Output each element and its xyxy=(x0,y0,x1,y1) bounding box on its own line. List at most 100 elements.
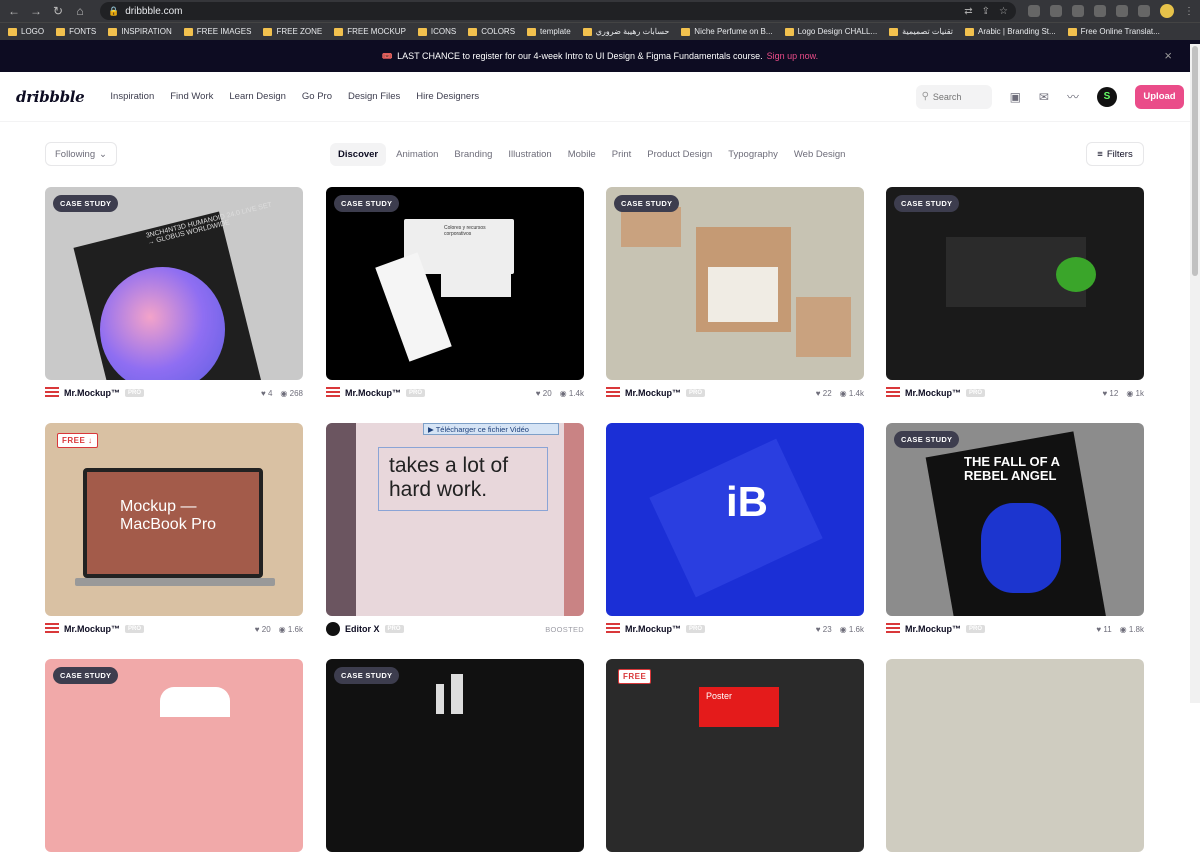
shot-card[interactable]: Poster FREE xyxy=(606,659,864,852)
puzzle-icon[interactable] xyxy=(1094,5,1106,17)
shot-author[interactable]: Mr.Mockup™ PRO xyxy=(886,623,986,635)
category-tab-web-design[interactable]: Web Design xyxy=(788,143,852,166)
shot-card[interactable]: THE FALL OF A REBEL ANGEL CASE STUDY Mr.Mo… xyxy=(886,423,1144,642)
shot-card[interactable]: Mockup — MacBook Pro FREE ↓ Mr.Mockup™ PRO ♥… xyxy=(45,423,303,642)
video-download-tooltip[interactable]: ▶ Télécharger ce fichier Vidéo xyxy=(423,423,559,435)
bookmark-item[interactable]: ICONS xyxy=(417,27,456,36)
nav-link-go-pro[interactable]: Go Pro xyxy=(302,91,332,102)
sidepanel-icon[interactable] xyxy=(1138,5,1150,17)
shot-author[interactable]: Editor X PRO xyxy=(326,622,404,636)
category-tab-typography[interactable]: Typography xyxy=(722,143,784,166)
shot-thumbnail[interactable]: Mockup — MacBook Pro FREE ↓ xyxy=(45,423,303,616)
shot-author[interactable]: Mr.Mockup™ PRO xyxy=(45,387,145,399)
bookmark-item[interactable]: FREE ZONE xyxy=(263,27,322,36)
profile-avatar[interactable] xyxy=(1160,4,1174,18)
extension-icon[interactable] xyxy=(1050,5,1062,17)
category-tab-branding[interactable]: Branding xyxy=(448,143,498,166)
filters-button[interactable]: ≡ Filters xyxy=(1086,142,1144,166)
share-icon[interactable]: ⇪ xyxy=(982,6,990,17)
shot-card[interactable]: CASE STUDY Mr.Mockup™ PRO ♥ 12 ◉ 1k xyxy=(886,187,1144,406)
bookmark-item[interactable]: COLORS xyxy=(468,27,515,36)
profile-avatar[interactable]: S xyxy=(1097,86,1117,107)
signup-link[interactable]: Sign up now. xyxy=(767,51,819,61)
bookmark-item[interactable]: template xyxy=(527,27,571,36)
shot-author[interactable]: Mr.Mockup™ PRO xyxy=(606,387,706,399)
upload-button[interactable]: Upload xyxy=(1135,84,1184,109)
nav-link-find-work[interactable]: Find Work xyxy=(170,91,213,102)
scrollbar[interactable] xyxy=(1190,44,1200,703)
scrollbar-thumb[interactable] xyxy=(1192,46,1198,276)
bookmark-item[interactable]: FREE MOCKUP xyxy=(334,27,406,36)
bookmark-item[interactable]: INSPIRATION xyxy=(108,27,172,36)
shot-card[interactable]: takes a lot of hard work. ▶ Télécharger c… xyxy=(326,423,584,642)
shot-card[interactable]: CASE STUDY xyxy=(326,659,584,852)
category-tab-mobile[interactable]: Mobile xyxy=(562,143,602,166)
reload-icon[interactable]: ↻ xyxy=(50,3,66,19)
search-box[interactable]: ⚲ xyxy=(915,84,992,109)
bookmark-item[interactable]: تقنيات تصميمية xyxy=(889,27,953,36)
shot-thumbnail[interactable]: 3NCH4NT3D HUMANOID 24.0 LIVE SET → GLOBU… xyxy=(45,187,303,380)
author-name[interactable]: Editor X xyxy=(345,624,380,634)
bookmark-item[interactable]: حسابات رهيبة ضروري xyxy=(582,27,669,36)
shot-thumbnail[interactable]: CASE STUDY xyxy=(326,659,584,852)
author-name[interactable]: Mr.Mockup™ xyxy=(64,624,120,634)
following-dropdown[interactable]: Following ⌄ xyxy=(45,142,117,166)
likes[interactable]: ♥ 20 xyxy=(255,625,271,634)
author-name[interactable]: Mr.Mockup™ xyxy=(345,388,401,398)
mail-icon[interactable]: ✉ xyxy=(1039,90,1049,104)
category-tab-product-design[interactable]: Product Design xyxy=(641,143,718,166)
star-icon[interactable]: ☆ xyxy=(999,6,1008,17)
category-tab-discover[interactable]: Discover xyxy=(330,142,387,166)
bookmark-item[interactable]: Free Online Translat... xyxy=(1067,27,1160,36)
author-name[interactable]: Mr.Mockup™ xyxy=(625,624,681,634)
extension-icon[interactable] xyxy=(1028,5,1040,17)
shot-thumbnail[interactable]: THE FALL OF A REBEL ANGEL CASE STUDY xyxy=(886,423,1144,616)
shot-card[interactable]: iB Mr.Mockup™ PRO ♥ 23 ◉ 1.6k xyxy=(606,423,864,642)
shot-thumbnail[interactable]: Poster FREE xyxy=(606,659,864,852)
bookmark-item[interactable]: Arabic | Branding St... xyxy=(965,27,1056,36)
shot-author[interactable]: Mr.Mockup™ PRO xyxy=(886,387,986,399)
category-tab-animation[interactable]: Animation xyxy=(390,143,444,166)
bookmark-item[interactable]: Logo Design CHALL... xyxy=(784,27,877,36)
extension-icon[interactable] xyxy=(1072,5,1084,17)
shot-thumbnail[interactable]: CASE STUDY xyxy=(45,659,303,852)
nav-link-hire-designers[interactable]: Hire Designers xyxy=(416,91,479,102)
author-name[interactable]: Mr.Mockup™ xyxy=(905,388,961,398)
shot-thumbnail[interactable]: Colores y recursos corporativos CASE STUD… xyxy=(326,187,584,380)
address-bar[interactable]: 🔒 dribbble.com ⇄ ⇪ ☆ xyxy=(100,2,1016,20)
nav-link-inspiration[interactable]: Inspiration xyxy=(110,91,154,102)
shot-card[interactable]: CASE STUDY xyxy=(45,659,303,852)
likes[interactable]: ♥ 11 xyxy=(1096,625,1111,634)
bookmark-item[interactable]: FREE IMAGES xyxy=(183,27,251,36)
author-name[interactable]: Mr.Mockup™ xyxy=(905,624,961,634)
likes[interactable]: ♥ 23 xyxy=(816,625,832,634)
dribbble-logo[interactable]: dribbble xyxy=(16,88,85,106)
shot-author[interactable]: Mr.Mockup™ PRO xyxy=(326,387,426,399)
shot-card[interactable]: Colores y recursos corporativos CASE STUD… xyxy=(326,187,584,406)
shot-card[interactable]: 3NCH4NT3D HUMANOID 24.0 LIVE SET → GLOBU… xyxy=(45,187,303,406)
bookmark-item[interactable]: Niche Perfume on B... xyxy=(681,27,773,36)
nav-link-learn-design[interactable]: Learn Design xyxy=(229,91,286,102)
shot-thumbnail[interactable]: takes a lot of hard work. ▶ Télécharger c… xyxy=(326,423,584,616)
bag-icon[interactable]: ▣ xyxy=(1010,90,1021,104)
bookmark-item[interactable]: LOGO xyxy=(8,27,44,36)
category-tab-print[interactable]: Print xyxy=(606,143,638,166)
shot-author[interactable]: Mr.Mockup™ PRO xyxy=(606,623,706,635)
forward-icon[interactable]: → xyxy=(28,3,44,19)
category-tab-illustration[interactable]: Illustration xyxy=(502,143,557,166)
author-name[interactable]: Mr.Mockup™ xyxy=(64,388,120,398)
shot-thumbnail[interactable]: CASE STUDY xyxy=(606,187,864,380)
shot-card[interactable]: CASE STUDY Mr.Mockup™ PRO ♥ 22 ◉ 1.4k xyxy=(606,187,864,406)
search-input[interactable] xyxy=(932,91,983,102)
back-icon[interactable]: ← xyxy=(6,3,22,19)
shot-author[interactable]: Mr.Mockup™ PRO xyxy=(45,623,145,635)
shot-thumbnail[interactable]: CASE STUDY xyxy=(886,187,1144,380)
home-icon[interactable]: ⌂ xyxy=(72,3,88,19)
nav-link-design-files[interactable]: Design Files xyxy=(348,91,400,102)
likes[interactable]: ♥ 4 xyxy=(261,389,272,398)
likes[interactable]: ♥ 20 xyxy=(536,389,552,398)
likes[interactable]: ♥ 22 xyxy=(816,389,832,398)
shot-thumbnail[interactable]: iB xyxy=(606,423,864,616)
shot-card[interactable] xyxy=(886,659,1144,852)
close-icon[interactable]: × xyxy=(1164,48,1172,63)
